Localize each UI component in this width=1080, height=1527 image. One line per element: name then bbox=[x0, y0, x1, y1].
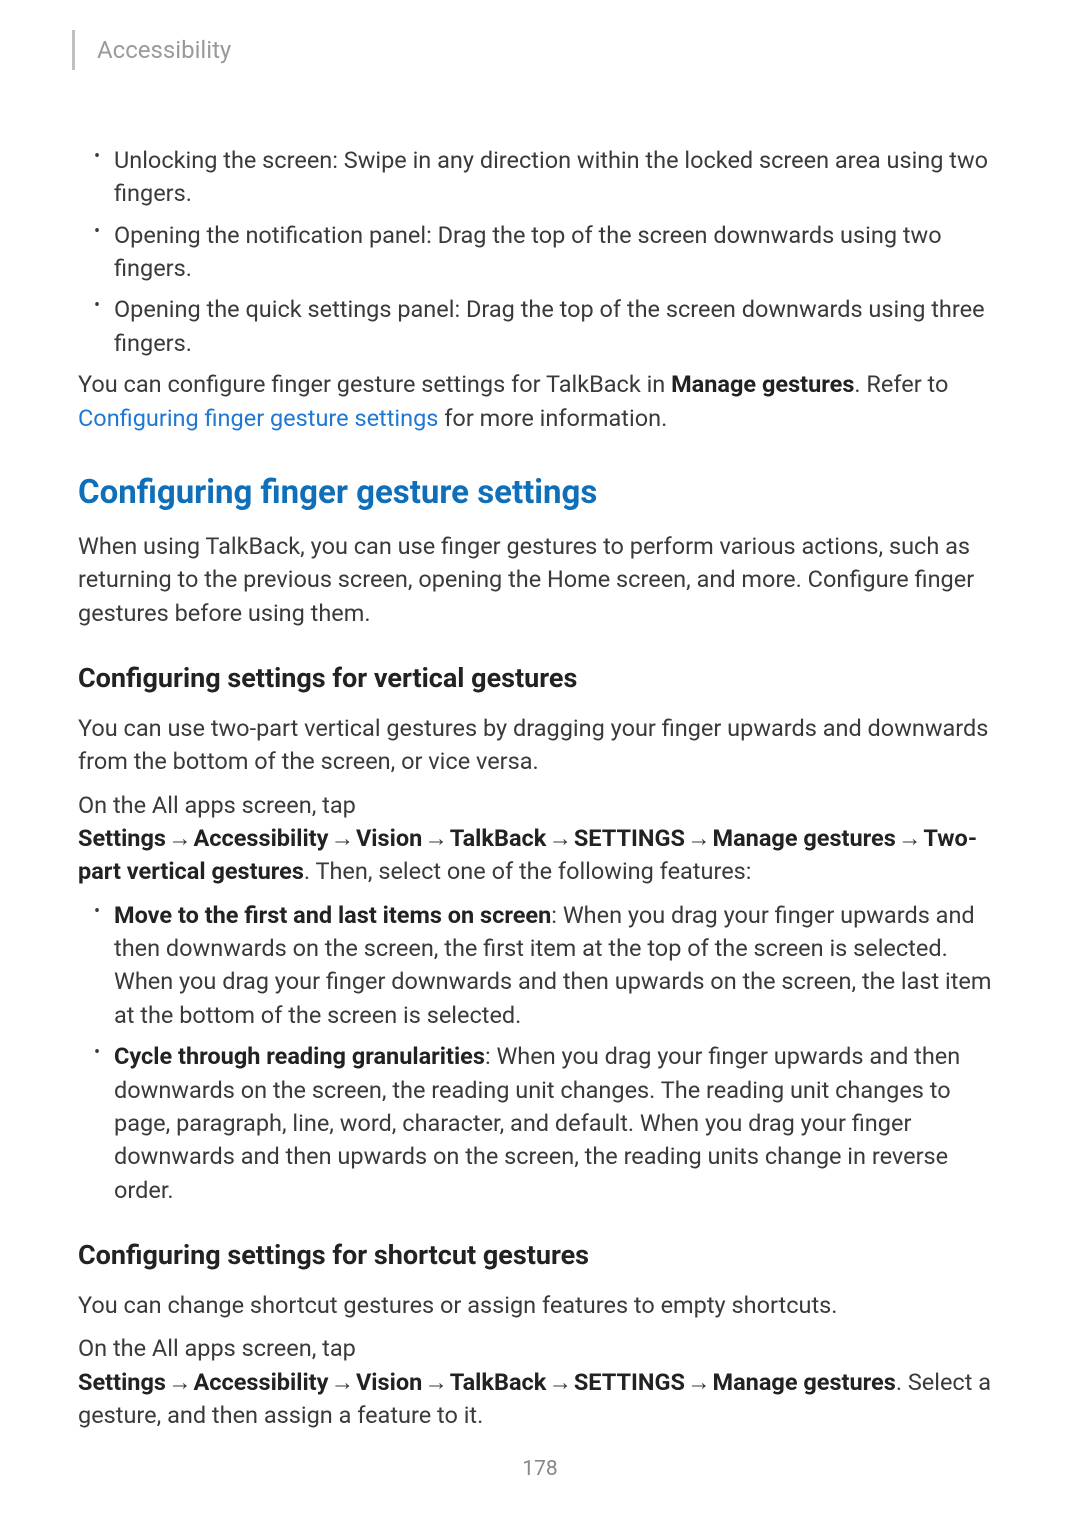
header-divider-icon bbox=[72, 30, 75, 70]
section-intro-paragraph: When using TalkBack, you can use finger … bbox=[78, 530, 1002, 630]
text-span: . Then, select one of the following feat… bbox=[304, 857, 752, 885]
nav-step: Manage gestures bbox=[713, 824, 896, 852]
text-span: On the All apps screen, tap bbox=[78, 1334, 356, 1362]
bold-text: Manage gestures bbox=[671, 370, 854, 398]
arrow-icon: → bbox=[546, 824, 574, 852]
bold-text: Cycle through reading granularities bbox=[114, 1042, 485, 1070]
page-header: Accessibility bbox=[68, 30, 1012, 70]
arrow-icon: → bbox=[422, 824, 450, 852]
shortcut-nav-path: On the All apps screen, tap Settings→Acc… bbox=[78, 1332, 1002, 1432]
text-span: . Refer to bbox=[854, 370, 948, 398]
nav-step: SETTINGS bbox=[574, 1368, 685, 1396]
config-intro-paragraph: You can configure finger gesture setting… bbox=[78, 368, 1002, 435]
nav-step: Vision bbox=[356, 1368, 422, 1396]
section-heading-configuring-finger-gesture-settings: Configuring finger gesture settings bbox=[78, 473, 1002, 512]
arrow-icon: → bbox=[328, 824, 356, 852]
content-area: Unlocking the screen: Swipe in any direc… bbox=[68, 144, 1012, 1432]
nav-step: TalkBack bbox=[450, 1368, 547, 1396]
list-item: Opening the quick settings panel: Drag t… bbox=[78, 293, 1002, 360]
page-container: Accessibility Unlocking the screen: Swip… bbox=[0, 0, 1080, 1432]
link-configuring-finger-gesture-settings[interactable]: Configuring finger gesture settings bbox=[78, 404, 438, 432]
arrow-icon: → bbox=[328, 1368, 356, 1396]
nav-step: TalkBack bbox=[450, 824, 547, 852]
text-span: You can configure finger gesture setting… bbox=[78, 370, 671, 398]
nav-step: Vision bbox=[356, 824, 422, 852]
nav-step: Accessibility bbox=[193, 824, 328, 852]
list-item: Move to the first and last items on scre… bbox=[78, 899, 1002, 1032]
page-number: 178 bbox=[0, 1457, 1080, 1481]
arrow-icon: → bbox=[685, 824, 713, 852]
shortcut-para1: You can change shortcut gestures or assi… bbox=[78, 1289, 1002, 1322]
arrow-icon: → bbox=[685, 1368, 713, 1396]
arrow-icon: → bbox=[422, 1368, 450, 1396]
vertical-para1: You can use two-part vertical gestures b… bbox=[78, 712, 1002, 779]
header-category: Accessibility bbox=[97, 36, 231, 64]
vertical-bullet-list: Move to the first and last items on scre… bbox=[78, 899, 1002, 1207]
arrow-icon: → bbox=[896, 824, 924, 852]
arrow-icon: → bbox=[546, 1368, 574, 1396]
arrow-icon: → bbox=[166, 824, 194, 852]
list-item: Opening the notification panel: Drag the… bbox=[78, 219, 1002, 286]
top-bullet-list: Unlocking the screen: Swipe in any direc… bbox=[78, 144, 1002, 360]
bold-text: Move to the first and last items on scre… bbox=[114, 901, 551, 929]
nav-step: Settings bbox=[78, 824, 166, 852]
nav-step: Settings bbox=[78, 1368, 166, 1396]
text-span: On the All apps screen, tap bbox=[78, 791, 356, 819]
list-item: Unlocking the screen: Swipe in any direc… bbox=[78, 144, 1002, 211]
text-span: for more information. bbox=[438, 404, 667, 432]
list-item: Cycle through reading granularities: Whe… bbox=[78, 1040, 1002, 1207]
sub-heading-shortcut-gestures: Configuring settings for shortcut gestur… bbox=[78, 1239, 1002, 1271]
arrow-icon: → bbox=[166, 1368, 194, 1396]
nav-step: Accessibility bbox=[193, 1368, 328, 1396]
vertical-nav-path: On the All apps screen, tap Settings→Acc… bbox=[78, 789, 1002, 889]
nav-step: Manage gestures bbox=[713, 1368, 896, 1396]
nav-step: SETTINGS bbox=[574, 824, 685, 852]
sub-heading-vertical-gestures: Configuring settings for vertical gestur… bbox=[78, 662, 1002, 694]
